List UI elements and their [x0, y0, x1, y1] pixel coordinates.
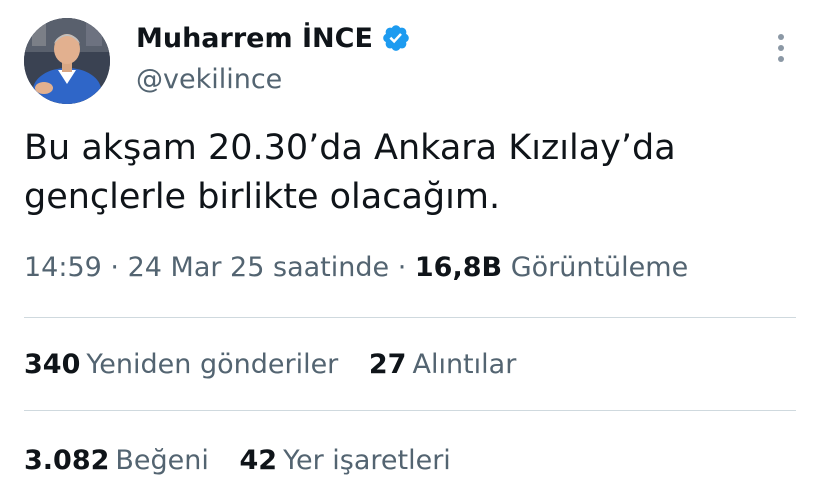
display-name-row: Muharrem İNCE: [136, 18, 411, 58]
bookmarks-count: 42: [239, 445, 278, 476]
views-count: 16,8B: [414, 252, 503, 283]
avatar-image: [24, 18, 110, 104]
tweet-text-line-1: Bu akşam 20.30’da Ankara Kızılay’da: [24, 128, 676, 168]
tweet-meta: 14:59 · 24 Mar 25 saatinde · 16,8B Görün…: [24, 250, 688, 286]
meta-separator: ·: [397, 252, 407, 283]
more-dot: [778, 56, 784, 62]
likes-label: Beğeni: [115, 445, 209, 476]
retweets-stat[interactable]: 340 Yeniden gönderiler: [24, 347, 338, 383]
retweets-count: 340: [24, 349, 81, 380]
quotes-count: 27: [368, 349, 407, 380]
bookmarks-label: Yer işaretleri: [283, 445, 451, 476]
stats-row-reposts: 340 Yeniden gönderiler 27 Alıntılar: [24, 347, 538, 383]
tweet-date[interactable]: 24 Mar 25 saatinde: [128, 252, 390, 283]
divider: [24, 410, 796, 411]
more-dot: [778, 45, 784, 51]
quotes-label: Alıntılar: [412, 349, 517, 380]
stats-row-likes: 3.082 Beğeni 42 Yer işaretleri: [24, 443, 473, 479]
likes-stat[interactable]: 3.082 Beğeni: [24, 443, 209, 479]
tweet-text: Bu akşam 20.30’da Ankara Kızılay’da genç…: [24, 124, 794, 222]
author-names: Muharrem İNCE @vekilince: [136, 18, 411, 98]
meta-separator: ·: [110, 252, 119, 283]
likes-count: 3.082: [24, 445, 110, 476]
divider: [24, 317, 796, 318]
avatar[interactable]: [24, 18, 110, 104]
tweet-time[interactable]: 14:59: [24, 252, 102, 283]
quotes-stat[interactable]: 27 Alıntılar: [369, 347, 516, 383]
tweet-text-line-2: gençlerle birlikte olacağım.: [24, 177, 501, 217]
display-name[interactable]: Muharrem İNCE: [136, 23, 373, 54]
tweet-header: Muharrem İNCE @vekilince: [24, 16, 804, 106]
verified-badge-icon[interactable]: [381, 23, 411, 53]
views-label: Görüntüleme: [510, 252, 689, 283]
retweets-label: Yeniden gönderiler: [86, 349, 339, 380]
tweet-card: Muharrem İNCE @vekilince Bu akşam 20.30’…: [0, 0, 820, 503]
bookmarks-stat[interactable]: 42 Yer işaretleri: [240, 443, 451, 479]
more-options-icon[interactable]: [776, 34, 786, 68]
more-dot: [778, 34, 784, 40]
author-handle[interactable]: @vekilince: [136, 62, 411, 98]
